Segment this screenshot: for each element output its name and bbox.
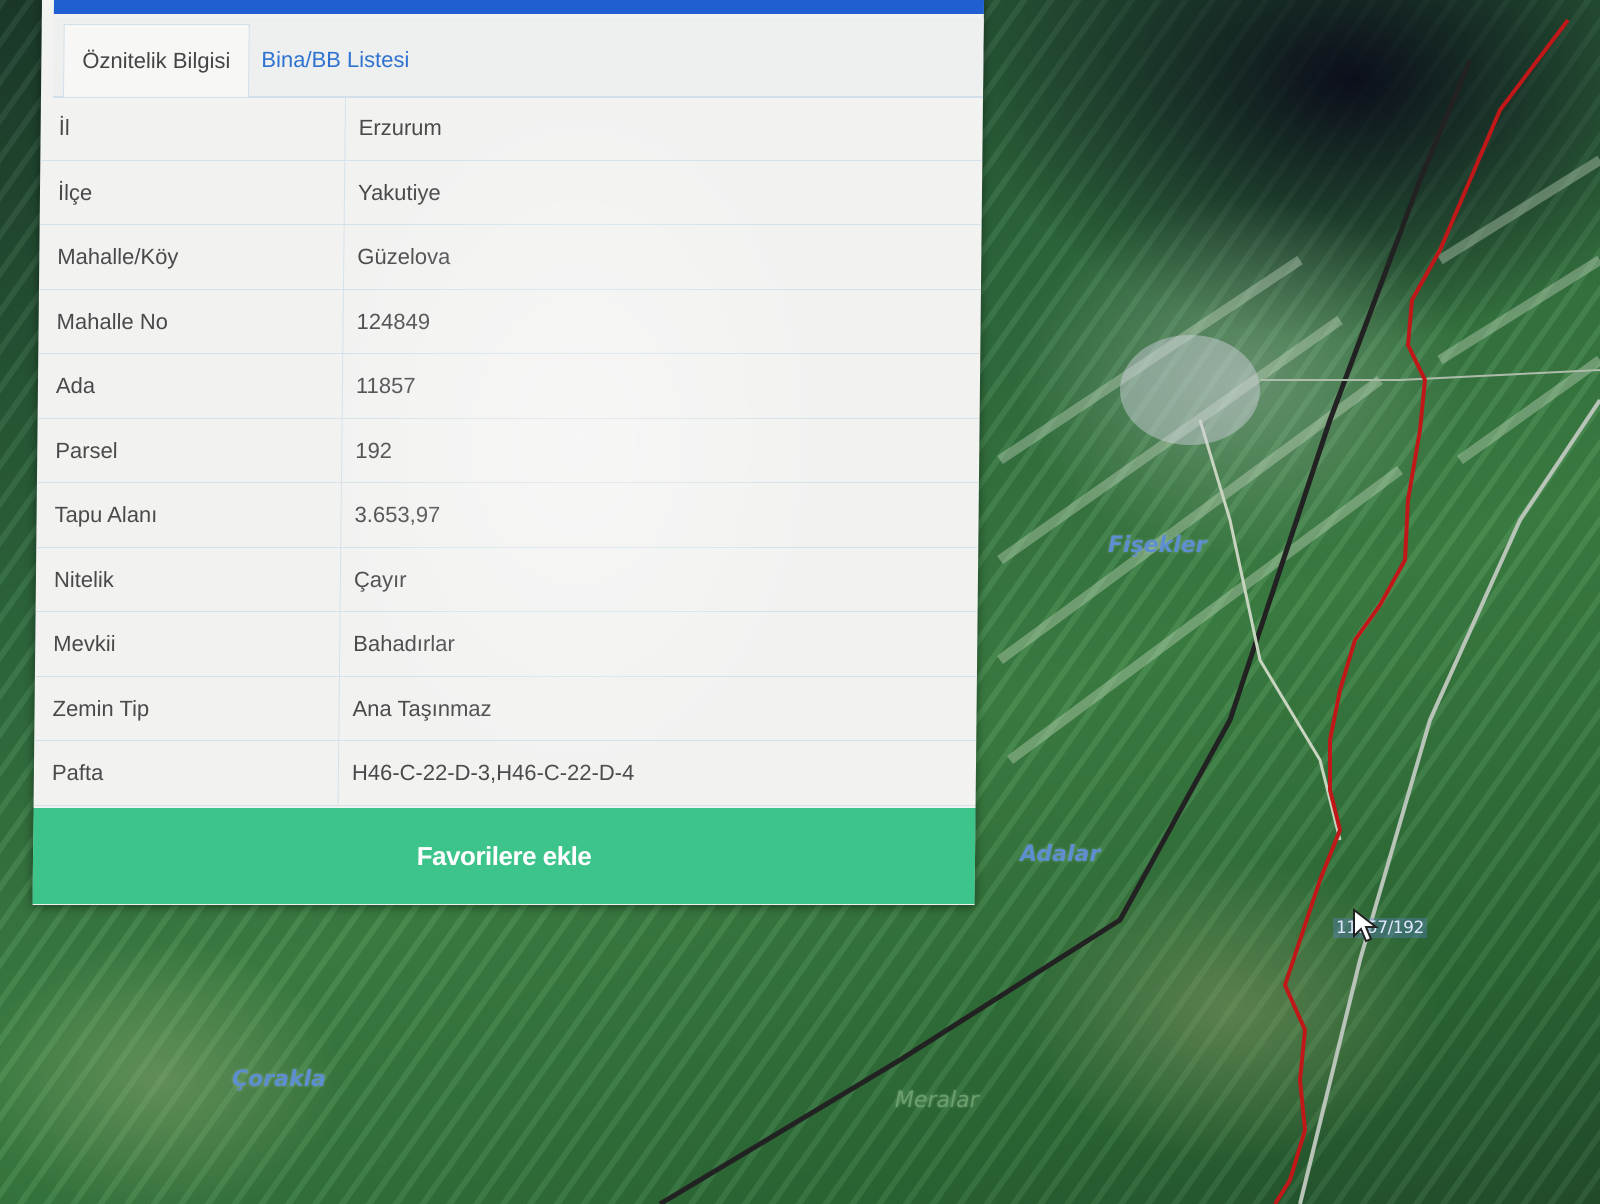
road [1298, 398, 1600, 1204]
attribute-value: Bahadırlar [353, 631, 455, 656]
add-to-favorites-button[interactable]: Favorilere ekle [32, 808, 976, 904]
place-label-corakla: Çorakla [232, 1067, 326, 1092]
column-divider [344, 96, 346, 160]
panel-header-bar [53, 0, 984, 14]
column-divider [341, 354, 344, 418]
road [1198, 419, 1342, 841]
attribute-key: Mahalle No [56, 308, 169, 334]
attribute-key: Nitelik [53, 566, 114, 592]
table-row: Mahalle/Köy Güzelova [38, 225, 982, 290]
attribute-value: 124849 [356, 308, 431, 334]
column-divider [338, 612, 341, 676]
attribute-key: Pafta [51, 760, 104, 785]
column-divider [338, 676, 340, 740]
attribute-key: Parsel [55, 437, 118, 463]
table-row: Pafta H46-C-22-D-3,H46-C-22-D-4 [33, 741, 977, 806]
attribute-key: Mahalle/Köy [57, 244, 179, 269]
parcel-boundary [1273, 18, 1570, 1204]
table-row: Tapu Alanı 3.653,97 [36, 483, 979, 548]
attribute-key: Mevkii [53, 631, 116, 656]
attribute-value: Erzurum [358, 115, 442, 140]
column-divider [342, 289, 344, 353]
table-row: Nitelik Çayır [35, 547, 979, 612]
column-divider [340, 418, 343, 482]
attribute-value: Yakutiye [357, 179, 441, 205]
attribute-value: Çayır [353, 566, 407, 592]
column-divider [342, 225, 345, 289]
attribute-key: İl [58, 115, 70, 140]
attribute-key: Tapu Alanı [54, 502, 158, 527]
attribute-key: Ada [55, 373, 96, 398]
attribute-value: H46-C-22-D-3,H46-C-22-D-4 [351, 760, 635, 785]
column-divider [343, 160, 346, 224]
attribute-value: 192 [355, 437, 393, 463]
table-row: Mevkii Bahadırlar [34, 612, 978, 677]
column-divider [337, 741, 340, 805]
place-label-adalar: Adalar [1020, 842, 1101, 867]
attribute-value: Güzelova [357, 244, 451, 269]
table-row: Ada 11857 [37, 354, 981, 419]
attribute-value: 3.653,97 [354, 502, 441, 527]
info-panel: Öznitelik Bilgisi Bina/BB Listesi İl Erz… [32, 0, 984, 905]
table-row: İlçe Yakutiye [39, 160, 983, 225]
column-divider [340, 483, 342, 547]
place-label-meralar: Meralar [895, 1088, 979, 1113]
place-label-fisekler: Fişekler [1108, 533, 1207, 558]
attribute-value: 11857 [355, 373, 416, 398]
tab-bar: Öznitelik Bilgisi Bina/BB Listesi [52, 18, 984, 98]
attribute-key: Zemin Tip [52, 695, 150, 721]
table-row: Zemin Tip Ana Taşınmaz [34, 676, 977, 741]
road [1260, 369, 1600, 381]
table-row: Mahalle No 124849 [38, 289, 981, 354]
village-area [1120, 335, 1260, 445]
attribute-key: İlçe [57, 179, 93, 205]
column-divider [339, 547, 342, 611]
attribute-value: Ana Taşınmaz [352, 695, 492, 721]
tab-building-list[interactable]: Bina/BB Listesi [243, 24, 428, 96]
attribute-table: İl Erzurum İlçe Yakutiye Mahalle/Köy Güz… [33, 96, 983, 806]
field-strips [997, 155, 1600, 765]
tab-attribute-info[interactable]: Öznitelik Bilgisi [62, 24, 250, 97]
table-row: Parsel 192 [36, 418, 980, 483]
table-row: İl Erzurum [40, 96, 983, 161]
